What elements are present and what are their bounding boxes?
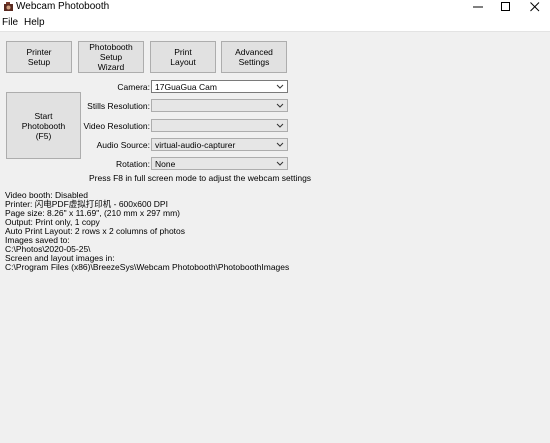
- camera-label: Camera:: [117, 82, 150, 92]
- audio-source-label: Audio Source:: [96, 140, 150, 150]
- stills-resolution-label: Stills Resolution:: [87, 101, 150, 111]
- chevron-down-icon: [276, 103, 284, 108]
- audio-source-value: virtual-audio-capturer: [155, 140, 236, 150]
- print-layout-button[interactable]: Print Layout: [150, 41, 216, 73]
- stills-resolution-select[interactable]: [151, 99, 288, 112]
- menu-help[interactable]: Help: [24, 17, 45, 28]
- minimize-icon: [473, 6, 483, 8]
- maximize-icon: [501, 2, 510, 11]
- close-button[interactable]: [521, 0, 549, 14]
- chevron-down-icon: [276, 142, 284, 147]
- title-bar: Webcam Photobooth: [0, 0, 550, 14]
- minimize-button[interactable]: [464, 0, 492, 14]
- camera-select[interactable]: 17GuaGua Cam: [151, 80, 288, 93]
- audio-source-select[interactable]: virtual-audio-capturer: [151, 138, 288, 151]
- setup-wizard-button[interactable]: Photobooth Setup Wizard: [78, 41, 144, 73]
- rotation-select[interactable]: None: [151, 157, 288, 170]
- close-icon: [530, 2, 540, 12]
- rotation-value: None: [155, 159, 176, 169]
- chevron-down-icon: [276, 84, 284, 89]
- chevron-down-icon: [276, 161, 284, 166]
- info-layout-images-path: C:\Program Files (x86)\BreezeSys\Webcam …: [5, 262, 290, 272]
- window-title: Webcam Photobooth: [16, 1, 110, 12]
- printer-setup-button[interactable]: Printer Setup: [6, 41, 72, 73]
- menu-file[interactable]: File: [2, 17, 18, 28]
- maximize-button[interactable]: [492, 0, 520, 14]
- advanced-settings-button[interactable]: Advanced Settings: [221, 41, 287, 73]
- camera-value: 17GuaGua Cam: [155, 82, 217, 92]
- chevron-down-icon: [276, 123, 284, 128]
- rotation-label: Rotation:: [115, 159, 150, 169]
- menu-bar: File Help: [0, 14, 550, 32]
- video-resolution-select[interactable]: [151, 119, 288, 132]
- webcam-settings-hint: Press F8 in full screen mode to adjust t…: [89, 173, 312, 183]
- video-resolution-label: Video Resolution:: [83, 121, 150, 131]
- camera-app-icon: [4, 2, 13, 11]
